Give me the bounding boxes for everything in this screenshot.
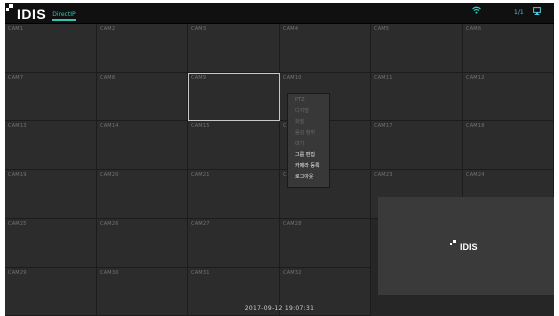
menu-item-2: 디지털 [295,108,309,114]
camera-tile-26[interactable]: CAM26 [97,219,188,268]
camera-tile-19[interactable]: CAM19 [5,170,97,219]
camera-label: CAM13 [8,123,27,129]
camera-label: CAM30 [100,270,119,276]
camera-tile-11[interactable]: CAM11 [371,73,463,121]
camera-tile-27[interactable]: CAM27 [188,219,280,268]
menu-item-6[interactable]: 그룹 편집 [288,150,329,161]
panel-logo: IDIS [450,240,478,252]
nvr-live-view: IDIS DirectIP 1/1 CAM1 CAM2 CAM3 CAM4 CAM5 CA… [5,3,554,316]
camera-tile-20[interactable]: CAM20 [97,170,188,219]
camera-label: CAM17 [374,123,393,129]
camera-label: CAM21 [191,172,210,178]
camera-label: CAM5 [374,26,390,32]
camera-label: CAM19 [8,172,27,178]
camera-label: CAM14 [100,123,119,129]
camera-tile-21[interactable]: CAM21 [188,170,280,219]
camera-tile-15[interactable]: CAM15 [188,121,280,170]
camera-tile-1[interactable]: CAM1 [5,24,97,73]
camera-label: CAM6 [466,26,482,32]
menu-item-4: 음성 청취 [295,130,315,136]
panel-logo-text: IDIS [460,242,478,252]
logo-subtitle: DirectIP [52,11,76,21]
camera-label: CAM9 [191,75,207,81]
camera-label: CAM4 [283,26,299,32]
wifi-icon[interactable] [472,6,481,14]
camera-label: CAM28 [283,221,302,227]
camera-tile-13[interactable]: CAM13 [5,121,97,170]
camera-tile-7[interactable]: CAM7 [5,73,97,121]
menu-item-1: PTZ [295,97,305,103]
camera-label: CAM18 [466,123,485,129]
camera-label: CAM1 [8,26,24,32]
camera-tile-6[interactable]: CAM6 [463,24,554,73]
camera-tile-14[interactable]: CAM14 [97,121,188,170]
camera-label: CAM32 [283,270,302,276]
camera-tile-4[interactable]: CAM4 [280,24,371,73]
camera-tile-3[interactable]: CAM3 [188,24,280,73]
camera-tile-17[interactable]: CAM17 [371,121,463,170]
camera-tile-25[interactable]: CAM25 [5,219,97,268]
camera-tile-18[interactable]: CAM18 [463,121,554,170]
camera-label: CAM31 [191,270,210,276]
top-bar: IDIS DirectIP 1/1 [5,3,554,24]
camera-label: CAM27 [191,221,210,227]
camera-label: CAM2 [100,26,116,32]
camera-label: CAM7 [8,75,24,81]
camera-label: CAM8 [100,75,116,81]
logo-text: IDIS [17,6,47,22]
camera-label: CAM12 [466,75,485,81]
camera-tile-8[interactable]: CAM8 [97,73,188,121]
camera-tile-5[interactable]: CAM5 [371,24,463,73]
status-text: 1/1 [514,9,524,16]
camera-tile-12[interactable]: CAM12 [463,73,554,121]
camera-label: CAM24 [466,172,485,178]
camera-label: CAM29 [8,270,27,276]
idis-logo: IDIS DirectIP [6,4,76,22]
camera-label: CAM25 [8,221,27,227]
camera-label: CAM20 [100,172,119,178]
menu-item-3: 화질 [295,119,305,125]
menu-item-8[interactable]: 로그아웃 [288,172,329,183]
camera-label: CAM15 [191,123,210,129]
camera-tile-9[interactable]: CAM9 [188,73,280,121]
camera-tile-2[interactable]: CAM2 [97,24,188,73]
monitor-icon[interactable] [533,7,541,15]
camera-label: CAM11 [374,75,393,81]
camera-label: CAM26 [100,221,119,227]
camera-label: CAM23 [374,172,393,178]
context-menu: PTZ 디지털화질음성 청취대기그룹 편집 카메라 등록 로그아웃 [287,93,330,188]
menu-item-7[interactable]: 카메라 등록 [288,161,329,172]
camera-label: CAM10 [283,75,302,81]
datetime-display: 2017-09-12 19:07:31 [244,305,315,312]
logo-panel: IDIS [378,197,554,295]
camera-tile-28[interactable]: CAM28 [280,219,371,268]
camera-label: CAM3 [191,26,207,32]
menu-item-5: 대기 [295,141,305,147]
